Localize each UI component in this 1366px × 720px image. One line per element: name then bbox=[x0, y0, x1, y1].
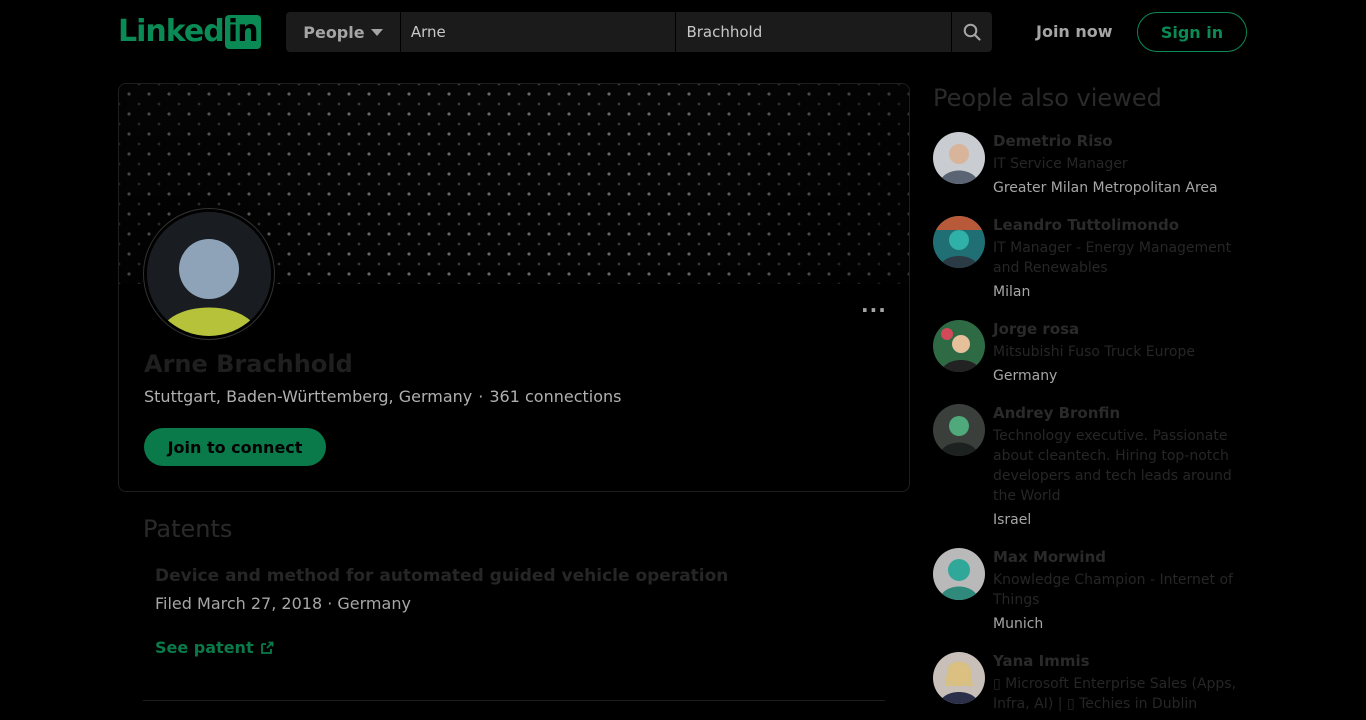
patent-meta: Filed March 27, 2018 · Germany bbox=[155, 594, 411, 613]
see-patent-link[interactable]: See patent bbox=[155, 638, 274, 657]
list-item[interactable]: Leandro Tuttolimondo IT Manager - Energy… bbox=[933, 216, 1243, 302]
logo-wordmark: Linked bbox=[118, 14, 225, 49]
search-icon bbox=[963, 23, 981, 41]
more-options-icon[interactable]: ··· bbox=[861, 298, 887, 322]
person-title: Technology executive. Passionate about c… bbox=[993, 428, 1232, 504]
external-link-icon bbox=[260, 641, 273, 654]
person-location: Milan bbox=[993, 284, 1031, 300]
person-title: IT Manager - Energy Management and Renew… bbox=[993, 240, 1232, 276]
search-button[interactable] bbox=[952, 12, 992, 52]
person-title: IT Service Manager bbox=[993, 156, 1128, 172]
person-title: Knowledge Champion - Internet of Things bbox=[993, 572, 1233, 608]
first-name-input[interactable] bbox=[400, 12, 677, 52]
section-divider bbox=[143, 700, 885, 701]
avatar bbox=[933, 216, 985, 268]
last-name-input[interactable] bbox=[676, 12, 953, 52]
join-now-link[interactable]: Join now bbox=[1036, 22, 1113, 41]
sign-in-button[interactable]: Sign in bbox=[1137, 12, 1247, 52]
logo-in-box: in bbox=[224, 15, 261, 49]
see-patent-label: See patent bbox=[155, 638, 254, 657]
profile-location: Stuttgart, Baden-Württemberg, Germany bbox=[144, 387, 473, 406]
avatar bbox=[933, 404, 985, 456]
connections-count[interactable]: 361 connections bbox=[489, 387, 621, 406]
patent-title: Device and method for automated guided v… bbox=[155, 566, 729, 586]
person-name: Leandro Tuttolimondo bbox=[993, 216, 1180, 234]
list-item[interactable]: Max Morwind Knowledge Champion - Interne… bbox=[933, 548, 1243, 634]
person-location: Greater Milan Metropolitan Area bbox=[993, 180, 1218, 196]
people-filter-dropdown[interactable]: People bbox=[286, 12, 401, 52]
patents-heading: Patents bbox=[143, 515, 233, 543]
meta-separator: · bbox=[478, 387, 484, 406]
avatar bbox=[933, 320, 985, 372]
default-avatar-icon bbox=[147, 212, 271, 336]
list-item[interactable]: Demetrio Riso IT Service Manager Greater… bbox=[933, 132, 1243, 198]
avatar[interactable] bbox=[144, 209, 274, 339]
avatar bbox=[933, 132, 985, 184]
person-name: Demetrio Riso bbox=[993, 132, 1113, 150]
profile-card: ··· Arne Brachhold Stuttgart, Baden-Würt… bbox=[118, 83, 910, 492]
person-name: Jorge rosa bbox=[993, 320, 1080, 338]
list-item[interactable]: Andrey Bronfin Technology executive. Pas… bbox=[933, 404, 1243, 530]
avatar bbox=[933, 548, 985, 600]
person-name: Andrey Bronfin bbox=[993, 404, 1121, 422]
avatar bbox=[933, 652, 985, 704]
list-item[interactable]: Jorge rosa Mitsubishi Fuso Truck Europe … bbox=[933, 320, 1243, 386]
chevron-down-icon bbox=[370, 28, 383, 36]
person-name: Yana Immis bbox=[993, 652, 1090, 670]
person-title: Mitsubishi Fuso Truck Europe bbox=[993, 344, 1195, 360]
profile-meta: Stuttgart, Baden-Württemberg, Germany · 36… bbox=[144, 387, 621, 406]
list-item[interactable]: Yana Immis ▯ Microsoft Enterprise Sales … bbox=[933, 652, 1243, 714]
person-title: ▯ Microsoft Enterprise Sales (Apps, Infr… bbox=[993, 676, 1237, 712]
search-bar: People bbox=[286, 12, 992, 52]
people-also-viewed-heading: People also viewed bbox=[933, 84, 1162, 112]
person-name: Max Morwind bbox=[993, 548, 1106, 566]
linkedin-logo[interactable]: Linked in bbox=[118, 14, 261, 50]
join-to-connect-button[interactable]: Join to connect bbox=[144, 428, 326, 466]
person-location: Germany bbox=[993, 368, 1058, 384]
person-location: Munich bbox=[993, 616, 1044, 632]
profile-name: Arne Brachhold bbox=[144, 350, 353, 378]
people-filter-label: People bbox=[303, 22, 365, 42]
person-location: Israel bbox=[993, 512, 1032, 528]
